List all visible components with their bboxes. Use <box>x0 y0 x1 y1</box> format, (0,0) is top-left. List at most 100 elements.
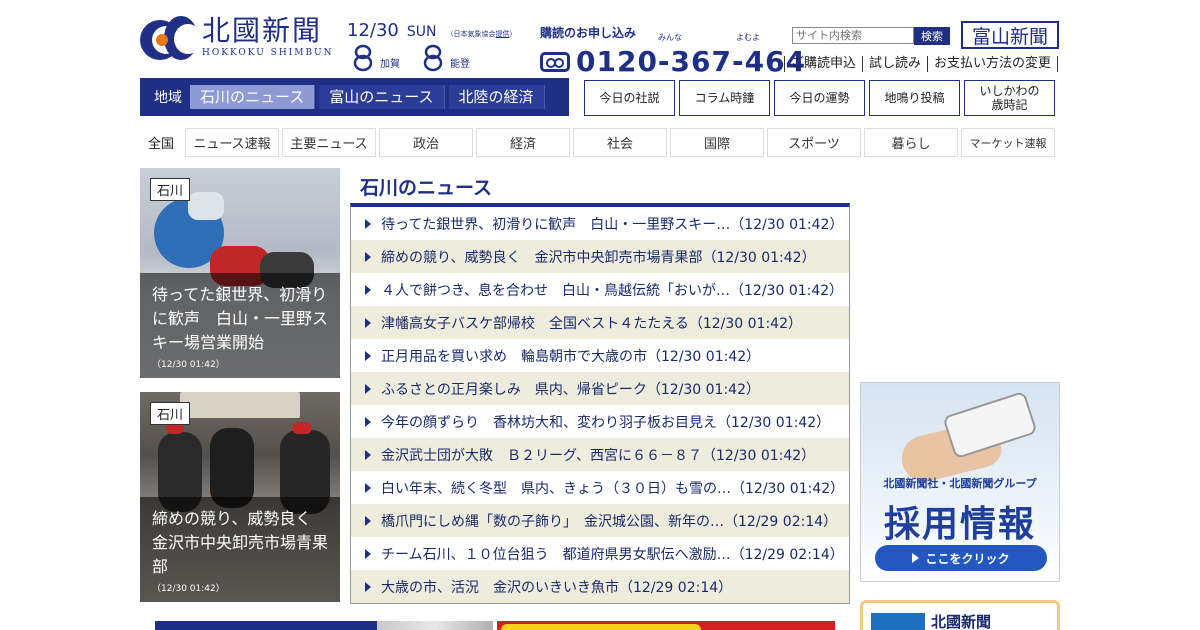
news-item[interactable]: 大歳の市、活況 金沢のいきいき魚市（12/29 02:14） <box>351 570 849 603</box>
news-item[interactable]: 正月用品を買い求め 輪島朝市で大歳の市（12/30 01:42） <box>351 339 849 372</box>
bullet-arrow-icon <box>365 416 371 427</box>
bullet-arrow-icon <box>365 548 371 559</box>
red-cap <box>292 422 312 434</box>
date-value: 12/30 <box>347 20 399 41</box>
news-item[interactable]: 白い年末、続く冬型 県内、きょう（３０日）も雪の…（12/30 01:42） <box>351 471 849 504</box>
search-button[interactable]: 検索 <box>914 27 950 45</box>
skier-helmet <box>188 192 224 220</box>
paper-banner-text: 北國新聞 <box>931 613 992 630</box>
phone-icon <box>540 51 570 72</box>
phone-ruby: よむよ <box>736 33 760 42</box>
date-display: 12/30 SUN （日本気象協会提供） <box>347 20 516 41</box>
logo-text-en: HOKKOKU SHIMBUN <box>202 48 334 58</box>
category-international[interactable]: 国際 <box>670 128 764 157</box>
category-politics[interactable]: 政治 <box>379 128 473 157</box>
photo-caption: 待ってた銀世界、初滑りに歓声 白山・一里野スキー場営業開始 （12/30 01:… <box>140 273 340 378</box>
column-jisho-button[interactable]: コラム時鐘 <box>679 80 770 116</box>
logo-mark-icon <box>140 14 202 66</box>
category-breaking-news[interactable]: ニュース速報 <box>185 128 279 157</box>
bullet-arrow-icon <box>365 218 371 229</box>
bottom-banner[interactable] <box>497 621 835 630</box>
weather-noto[interactable]: 能登 <box>422 44 470 72</box>
bullet-arrow-icon <box>365 350 371 361</box>
photo-article-ski[interactable]: 石川 待ってた銀世界、初滑りに歓声 白山・一里野スキー場営業開始 （12/30 … <box>140 168 340 378</box>
news-item[interactable]: 金沢武士団が大敗 Ｂ２リーグ、西宮に６６－８７（12/30 01:42） <box>351 438 849 471</box>
photo-article-market[interactable]: 石川 締めの競り、威勢良く 金沢市中央卸売市場青果部 （12/30 01:42） <box>140 392 340 602</box>
category-all-label[interactable]: 全国 <box>140 128 182 157</box>
news-item[interactable]: チーム石川、１０位台狙う 都道府県男女駅伝へ激励…（12/29 02:14） <box>351 537 849 570</box>
bullet-arrow-icon <box>365 581 371 592</box>
seasonal-calendar-button[interactable]: いしかわの歳時記 <box>964 80 1055 116</box>
news-item[interactable]: ４人で餅つき、息を合わせ 白山・鳥越伝統「おいが…（12/30 01:42） <box>351 273 849 306</box>
region-nav-label: 地域 <box>154 90 182 106</box>
column-buttons: 今日の社説 コラム時鐘 今日の運勢 地鳴り投稿 いしかわの歳時記 <box>584 80 1059 116</box>
tab-ishikawa-news[interactable]: 石川のニュース <box>190 85 316 109</box>
region-tag: 石川 <box>150 402 191 425</box>
site-logo[interactable]: 北國新聞 HOKKOKU SHIMBUN <box>140 14 340 70</box>
weather-kaga[interactable]: 加賀 <box>352 44 400 72</box>
header-links: ご購読申込 試し読み お支払い方法の変更 <box>784 56 1059 72</box>
weather-area-label: 加賀 <box>380 58 400 70</box>
caption-timestamp: （12/30 01:42） <box>152 360 225 370</box>
logo-text-jp: 北國新聞 <box>202 14 323 47</box>
weekday: SUN <box>406 24 437 40</box>
link-trial[interactable]: 試し読み <box>862 56 927 72</box>
weather-area-label: 能登 <box>450 58 470 70</box>
bottom-banner[interactable] <box>377 621 493 630</box>
region-tag: 石川 <box>150 178 191 201</box>
bullet-arrow-icon <box>365 317 371 328</box>
tab-hokuriku-economy[interactable]: 北陸の経済 <box>448 85 545 109</box>
photo-caption: 締めの競り、威勢良く 金沢市中央卸売市場青果部 （12/30 01:42） <box>140 497 340 602</box>
news-item[interactable]: 待ってた銀世界、初滑りに歓声 白山・一里野スキー…（12/30 01:42） <box>351 207 849 240</box>
bullet-arrow-icon <box>365 251 371 262</box>
subscription-phone[interactable]: 購読のお申し込み みんな よむよ 0120-367-464 <box>540 24 806 78</box>
recruit-banner[interactable]: 北國新聞社・北國新聞グループ 採用情報 ここをクリック <box>860 382 1060 582</box>
news-item[interactable]: 津幡高女子バスケ部帰校 全国ベスト４たたえる（12/30 01:42） <box>351 306 849 339</box>
news-item[interactable]: 締めの競り、威勢良く 金沢市中央卸売市場青果部（12/30 01:42） <box>351 240 849 273</box>
region-nav: 地域 石川のニュース 富山のニュース 北陸の経済 <box>140 78 569 116</box>
category-society[interactable]: 社会 <box>573 128 667 157</box>
horoscope-button[interactable]: 今日の運勢 <box>774 80 865 116</box>
phone-ruby: みんな <box>658 33 682 42</box>
category-sports[interactable]: スポーツ <box>767 128 861 157</box>
hokkoku-paper-banner[interactable]: 北國新聞 <box>860 600 1060 630</box>
recruit-click-button[interactable]: ここをクリック <box>875 545 1047 571</box>
recruit-company: 北國新聞社・北國新聞グループ <box>883 477 1037 490</box>
bullet-arrow-icon <box>365 515 371 526</box>
news-item[interactable]: 今年の顔ずらり 香林坊大和、変わり羽子板お目見え（12/30 01:42） <box>351 405 849 438</box>
news-section-title: 石川のニュース <box>360 177 493 199</box>
cloud-snow-icon <box>423 44 443 72</box>
bullet-arrow-icon <box>365 284 371 295</box>
recruit-title: 採用情報 <box>883 504 1036 545</box>
site-search: 検索 <box>792 27 950 45</box>
link-subscribe[interactable]: ご購読申込 <box>784 56 862 72</box>
category-main-news[interactable]: 主要ニュース <box>282 128 376 157</box>
bullet-arrow-icon <box>365 383 371 394</box>
person-figure <box>210 428 254 508</box>
category-market-news[interactable]: マーケット速報 <box>961 128 1055 157</box>
caption-headline[interactable]: 待ってた銀世界、初滑りに歓声 白山・一里野スキー場営業開始 <box>152 283 328 355</box>
category-economy[interactable]: 経済 <box>476 128 570 157</box>
editorial-button[interactable]: 今日の社説 <box>584 80 675 116</box>
bullet-arrow-icon <box>365 482 371 493</box>
tab-toyama-news[interactable]: 富山のニュース <box>319 85 445 109</box>
search-input[interactable] <box>792 27 914 44</box>
category-lifestyle[interactable]: 暮らし <box>864 128 958 157</box>
caption-timestamp: （12/30 01:42） <box>152 584 225 594</box>
paper-thumbnail <box>871 613 925 630</box>
news-item[interactable]: ふるさとの正月楽しみ 県内、帰省ピーク（12/30 01:42） <box>351 372 849 405</box>
caption-headline[interactable]: 締めの競り、威勢良く 金沢市中央卸売市場青果部 <box>152 507 328 579</box>
bullet-arrow-icon <box>365 449 371 460</box>
toyama-shimbun-logo[interactable]: 富山新聞 <box>961 21 1059 49</box>
weather-source: （日本気象協会提供） <box>446 30 517 38</box>
category-nav: 全国 ニュース速報 主要ニュース 政治 経済 社会 国際 スポーツ 暮らし マー… <box>140 128 1055 157</box>
play-arrow-icon <box>912 553 920 563</box>
weather-source-link[interactable]: 提供 <box>495 30 509 38</box>
bottom-banner[interactable] <box>155 621 377 630</box>
news-list: 待ってた銀世界、初滑りに歓声 白山・一里野スキー…（12/30 01:42） 締… <box>350 203 850 604</box>
cloud-snow-icon <box>353 44 373 72</box>
news-item[interactable]: 橋爪門にしめ縄「数の子飾り」 金沢城公園、新年の…（12/29 02:14） <box>351 504 849 537</box>
link-payment-change[interactable]: お支払い方法の変更 <box>927 56 1059 72</box>
reader-post-button[interactable]: 地鳴り投稿 <box>869 80 960 116</box>
phone-number[interactable]: 0120-367-464 <box>576 45 806 78</box>
